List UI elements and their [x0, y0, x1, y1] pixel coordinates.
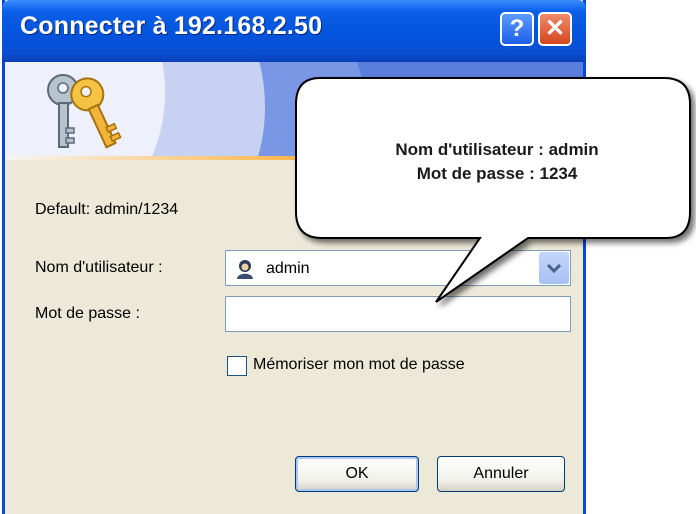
- password-label: Mot de passe :: [35, 305, 140, 322]
- username-value: admin: [266, 260, 310, 277]
- username-label: Nom d'utilisateur :: [35, 259, 163, 276]
- user-icon: [237, 260, 253, 279]
- callout-text: Nom d'utilisateur : admin Mot de passe :…: [300, 138, 694, 186]
- remember-password-label[interactable]: Mémoriser mon mot de passe: [253, 356, 465, 374]
- ok-button[interactable]: OK: [295, 456, 419, 492]
- password-field[interactable]: [225, 296, 571, 332]
- callout-username-line: Nom d'utilisateur : admin: [395, 140, 599, 159]
- keys-icon: [47, 74, 122, 149]
- chevron-down-icon: [546, 263, 562, 274]
- default-credentials-text: Default: admin/1234: [35, 201, 179, 218]
- callout-password-line: Mot de passe : 1234: [416, 164, 578, 183]
- username-dropdown-button[interactable]: [539, 252, 569, 284]
- help-button[interactable]: ?: [500, 12, 534, 46]
- login-dialog: Connecter à 192.168.2.50 ? ✕ Default: ad…: [2, 0, 586, 514]
- title-bar[interactable]: Connecter à 192.168.2.50 ? ✕: [2, 0, 586, 62]
- window-title: Connecter à 192.168.2.50: [20, 12, 323, 40]
- close-button[interactable]: ✕: [538, 12, 572, 46]
- cancel-button[interactable]: Annuler: [437, 456, 565, 492]
- username-combobox[interactable]: admin: [225, 250, 571, 286]
- remember-password-checkbox[interactable]: [227, 356, 247, 376]
